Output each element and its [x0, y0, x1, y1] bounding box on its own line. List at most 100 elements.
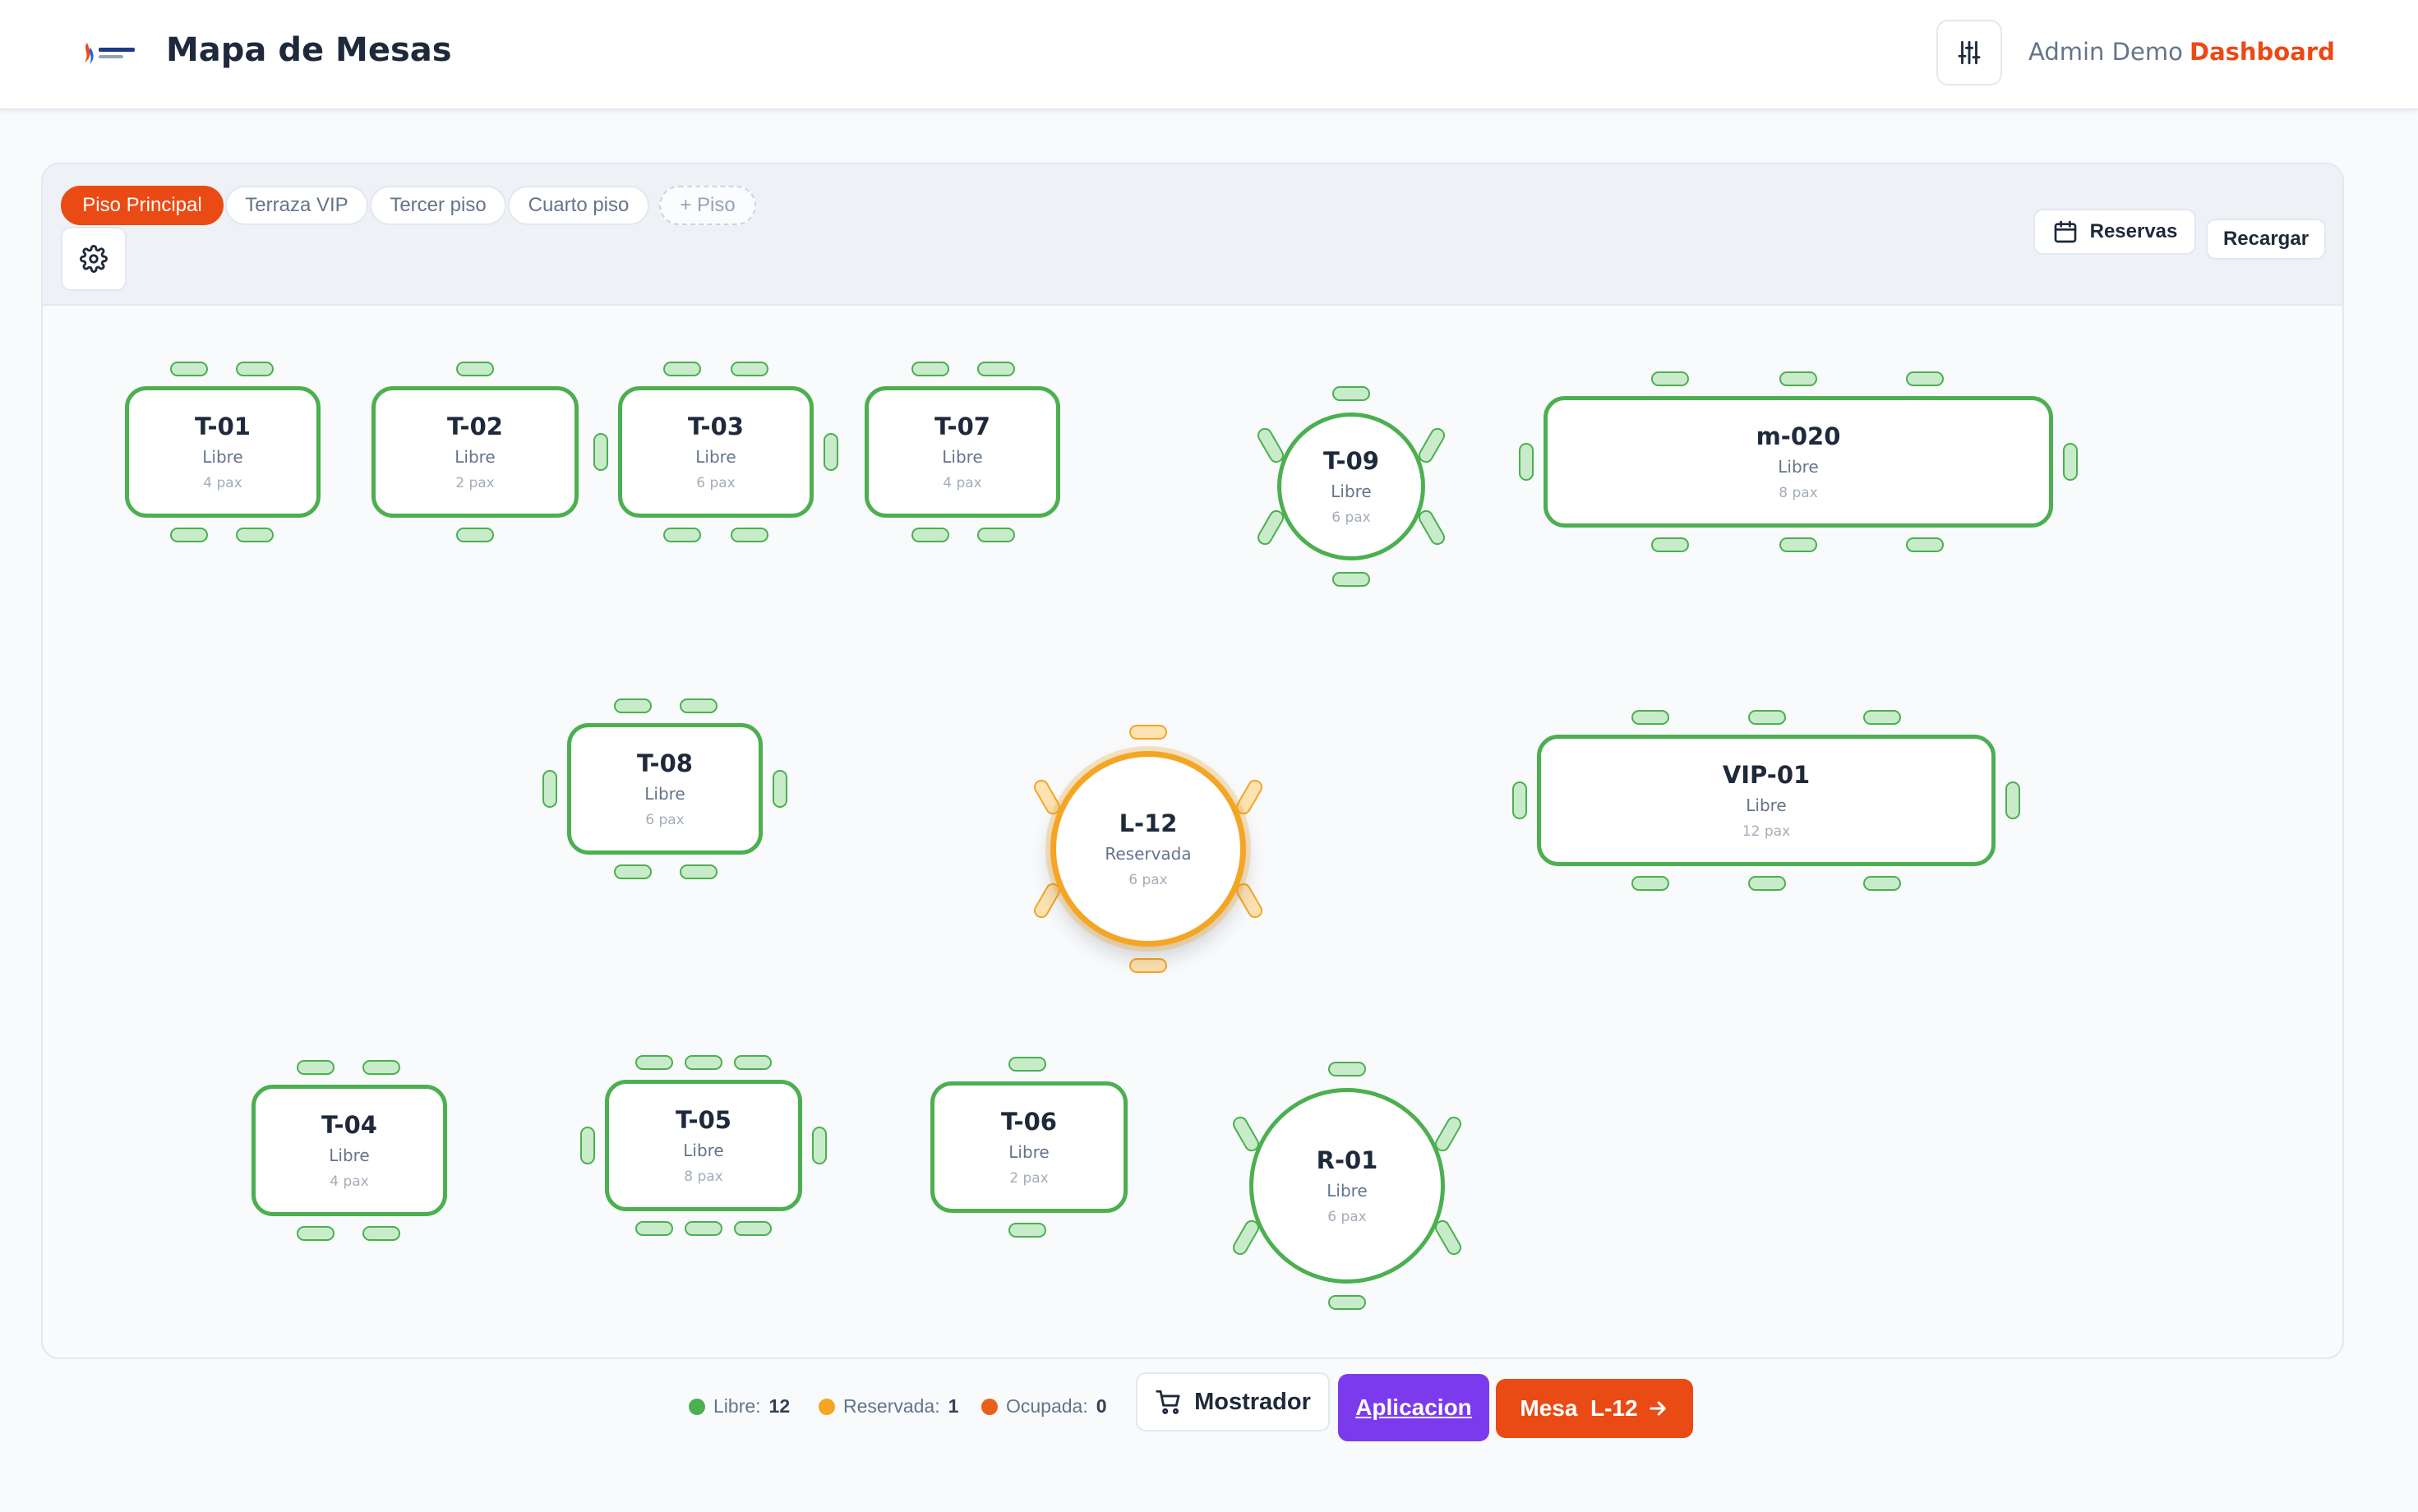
company-logo — [85, 43, 135, 64]
chair — [911, 362, 949, 376]
table-status: Libre — [1327, 1181, 1368, 1201]
dashboard-link[interactable]: Dashboard — [2190, 38, 2335, 66]
table-capacity: 8 pax — [1779, 485, 1818, 501]
ocupada-count: 0 — [1096, 1395, 1107, 1417]
table-m-020[interactable]: m-020 Libre 8 pax — [1544, 396, 2053, 528]
chair — [977, 528, 1015, 542]
table-name: T-02 — [447, 413, 503, 440]
table-vip-01[interactable]: VIP-01 Libre 12 pax — [1537, 735, 1996, 866]
table-status: Libre — [455, 447, 496, 467]
gear-icon — [80, 245, 108, 273]
chair — [1748, 710, 1786, 725]
table-capacity: 2 pax — [455, 475, 495, 491]
table-capacity: 6 pax — [1331, 509, 1371, 526]
tab-terraza-vip[interactable]: Terraza VIP — [225, 186, 368, 225]
reservas-label: Reservas — [2089, 220, 2178, 242]
reservada-count: 1 — [948, 1395, 959, 1417]
table-capacity: 6 pax — [1327, 1209, 1367, 1225]
chair — [1008, 1057, 1046, 1072]
aplicacion-button[interactable]: Aplicacion — [1338, 1374, 1489, 1441]
chair — [812, 1127, 827, 1164]
tab-tercer-piso[interactable]: Tercer piso — [370, 186, 506, 225]
chair — [542, 770, 557, 808]
filter-settings-button[interactable] — [1936, 20, 2002, 85]
recargar-button[interactable]: Recargar — [2206, 219, 2326, 260]
table-name: T-04 — [321, 1111, 377, 1139]
table-capacity: 12 pax — [1742, 823, 1791, 840]
chair — [236, 528, 274, 542]
table-status: Libre — [1008, 1142, 1050, 1162]
table-status: Libre — [202, 447, 243, 467]
table-capacity: 4 pax — [330, 1173, 369, 1190]
chair — [1328, 1295, 1366, 1310]
table-status: Libre — [1746, 795, 1787, 815]
tab-cuarto-piso[interactable]: Cuarto piso — [508, 186, 649, 225]
chair — [1631, 710, 1669, 725]
chair — [635, 1221, 673, 1236]
table-name: L-12 — [1119, 809, 1178, 837]
table-t-09[interactable]: T-09 Libre 6 pax — [1277, 413, 1425, 560]
chair — [456, 362, 494, 376]
chair — [170, 528, 208, 542]
chair — [2063, 443, 2078, 481]
floor-settings-button[interactable] — [61, 227, 127, 291]
chair — [2005, 781, 2020, 819]
chair — [1779, 371, 1817, 386]
table-capacity: 6 pax — [1128, 872, 1168, 888]
table-r-01[interactable]: R-01 Libre 6 pax — [1249, 1088, 1445, 1284]
table-name: T-01 — [195, 413, 251, 440]
chair — [1328, 1062, 1366, 1076]
chair — [734, 1221, 772, 1236]
chair — [731, 362, 768, 376]
table-status: Libre — [683, 1141, 724, 1160]
add-floor-button[interactable]: + Piso — [659, 186, 756, 225]
chair — [663, 362, 701, 376]
table-t-01[interactable]: T-01 Libre 4 pax — [125, 386, 321, 518]
chair — [297, 1060, 335, 1075]
chair — [1779, 537, 1817, 552]
legend-reservada: Reservada: 1 — [819, 1395, 958, 1418]
reservas-button[interactable]: Reservas — [2033, 209, 2196, 255]
floor-toolbar: Piso Principal Terraza VIP Tercer piso C… — [43, 164, 2342, 306]
chair — [1651, 537, 1689, 552]
table-t-03[interactable]: T-03 Libre 6 pax — [618, 386, 814, 518]
arrow-right-icon — [1649, 1401, 1666, 1416]
table-t-07[interactable]: T-07 Libre 4 pax — [865, 386, 1060, 518]
tab-piso-principal[interactable]: Piso Principal — [61, 186, 224, 225]
table-name: VIP-01 — [1722, 761, 1811, 789]
chair — [614, 864, 652, 879]
table-capacity: 4 pax — [943, 475, 982, 491]
table-name: T-05 — [676, 1106, 731, 1134]
chair — [236, 362, 274, 376]
table-t-06[interactable]: T-06 Libre 2 pax — [930, 1081, 1128, 1213]
table-capacity: 6 pax — [645, 812, 685, 828]
chair — [170, 362, 208, 376]
chair — [824, 433, 838, 471]
chair — [1332, 386, 1370, 401]
ocupada-label: Ocupada: — [1006, 1395, 1088, 1417]
table-t-04[interactable]: T-04 Libre 4 pax — [251, 1085, 447, 1216]
chair — [1863, 876, 1901, 891]
chair — [1748, 876, 1786, 891]
table-name: R-01 — [1316, 1146, 1378, 1174]
chair — [1332, 572, 1370, 587]
table-t-08[interactable]: T-08 Libre 6 pax — [567, 723, 763, 855]
chair — [1906, 537, 1944, 552]
table-capacity: 6 pax — [696, 475, 736, 491]
chair — [1008, 1223, 1046, 1238]
table-l-12[interactable]: L-12 Reservada 6 pax — [1050, 751, 1246, 947]
chair — [731, 528, 768, 542]
cart-icon — [1156, 1390, 1180, 1414]
libre-dot — [689, 1398, 705, 1415]
table-t-05[interactable]: T-05 Libre 8 pax — [605, 1080, 802, 1211]
mostrador-button[interactable]: Mostrador — [1136, 1372, 1330, 1431]
table-name: T-06 — [1001, 1108, 1057, 1136]
table-t-02[interactable]: T-02 Libre 2 pax — [371, 386, 579, 518]
table-capacity: 4 pax — [203, 475, 242, 491]
legend-libre: Libre: 12 — [689, 1395, 790, 1418]
chair — [685, 1055, 722, 1070]
open-selected-table-button[interactable]: Mesa L-12 — [1496, 1379, 1693, 1438]
mostrador-label: Mostrador — [1194, 1388, 1311, 1415]
chair — [1512, 781, 1527, 819]
mesa-label: Mesa L-12 — [1520, 1395, 1638, 1421]
